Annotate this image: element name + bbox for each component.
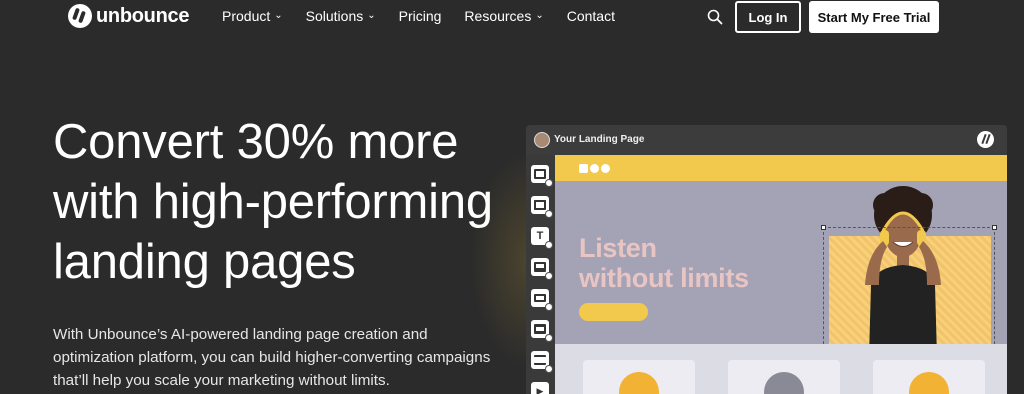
menu-label: Resources (464, 8, 532, 24)
hero-subtitle: With Unbounce’s AI-powered landing page … (53, 326, 491, 389)
image-tool-icon (531, 258, 553, 280)
menu-label: Solutions (305, 8, 364, 24)
text-tool-letter: T (536, 230, 544, 242)
page-logo-dots (579, 164, 610, 173)
form-tool-icon (531, 320, 553, 342)
login-button[interactable]: Log In (735, 1, 801, 33)
page-headline: Listen without limits (579, 233, 749, 293)
top-navigation: unbounce Product ⌄ Solutions ⌄ Pricing Res… (0, 0, 1024, 34)
page-headline-line: Listen (579, 233, 657, 263)
unbounce-logo[interactable]: unbounce (68, 4, 189, 28)
resize-handle (821, 225, 826, 230)
menu-label: Product (222, 8, 271, 24)
feature-card-image (619, 372, 659, 394)
hero-title: Convert 30% more with high-performing la… (53, 112, 513, 292)
list-tool-icon (531, 351, 553, 373)
menu-label: Contact (566, 8, 615, 24)
video-tool-icon: ▶ (531, 382, 549, 394)
resize-handle (992, 225, 997, 230)
button-tool-icon (531, 289, 553, 311)
hero-title-line: landing pages (53, 235, 356, 289)
feature-card-image (764, 372, 804, 394)
mockup-title-bar: Your Landing Page (526, 125, 1007, 155)
page-header-strip (555, 155, 1007, 181)
unbounce-logo-icon (977, 131, 994, 148)
start-free-trial-button[interactable]: Start My Free Trial (809, 1, 939, 33)
chevron-down-icon: ⌄ (535, 10, 544, 21)
box-tool-icon (531, 196, 553, 218)
feature-card (728, 360, 840, 394)
feature-card (583, 360, 695, 394)
main-menu: Product ⌄ Solutions ⌄ Pricing Resources ⌄ C… (222, 8, 615, 24)
page-hero-section: Listen without limits (555, 181, 1007, 384)
feature-card (873, 360, 985, 394)
landing-page-builder-mockup: Your Landing Page T ▶ Listen without lim… (526, 125, 1007, 394)
builder-canvas: Listen without limits (555, 155, 1007, 394)
menu-item-product[interactable]: Product ⌄ (222, 8, 283, 24)
page-headline-line: without limits (579, 263, 749, 293)
feature-card-image (909, 372, 949, 394)
chevron-down-icon: ⌄ (274, 10, 283, 21)
chevron-down-icon: ⌄ (367, 10, 376, 21)
unbounce-logo-icon (68, 4, 92, 28)
page-features-section (555, 344, 1007, 394)
menu-item-solutions[interactable]: Solutions ⌄ (306, 8, 376, 24)
menu-item-resources[interactable]: Resources ⌄ (464, 8, 543, 24)
logo-text: unbounce (96, 4, 190, 27)
menu-label: Pricing (398, 8, 442, 24)
hero-title-line: Convert 30% more (53, 115, 459, 169)
text-tool-icon: T (531, 227, 553, 249)
menu-item-pricing[interactable]: Pricing (399, 8, 442, 24)
mockup-window-title: Your Landing Page (554, 134, 645, 145)
section-tool-icon (531, 165, 553, 187)
page-cta-button (579, 303, 648, 321)
builder-toolbar: T ▶ (526, 155, 555, 394)
search-icon[interactable] (707, 9, 723, 25)
menu-item-contact[interactable]: Contact (567, 8, 615, 24)
hero-title-line: with high-performing (53, 175, 493, 229)
avatar (534, 132, 550, 148)
